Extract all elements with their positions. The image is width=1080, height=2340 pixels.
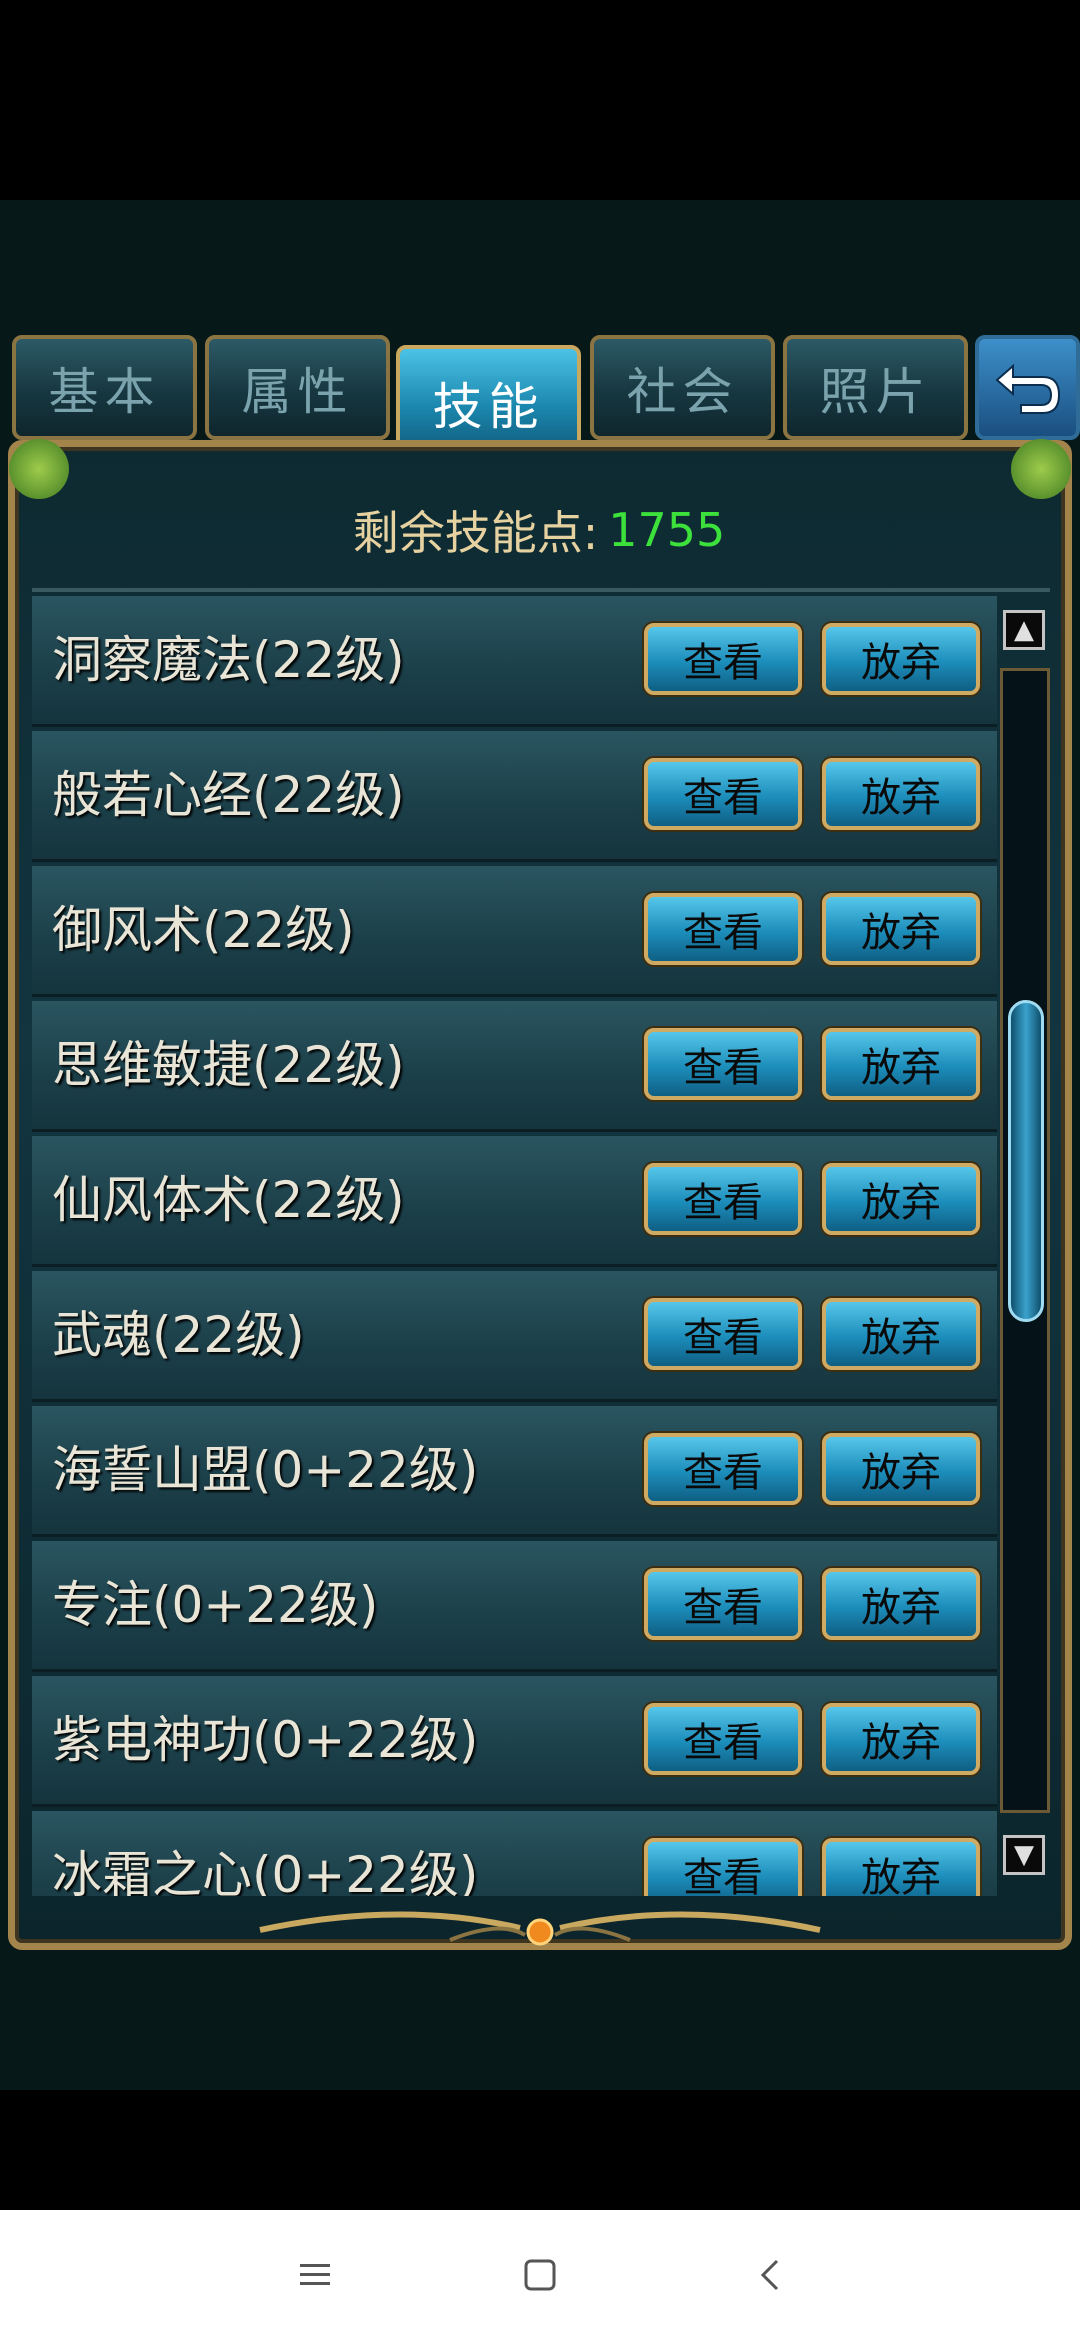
triangle-down-icon: ▼: [1014, 1840, 1034, 1870]
menu-icon: [300, 2264, 330, 2285]
divider: [32, 588, 1050, 592]
view-button[interactable]: 查看: [644, 1028, 802, 1100]
triangle-up-icon: ▲: [1014, 615, 1034, 645]
abandon-button[interactable]: 放弃: [822, 1703, 980, 1775]
home-button[interactable]: [505, 2240, 575, 2310]
view-button[interactable]: 查看: [644, 1163, 802, 1235]
skill-name: 般若心经(22级): [52, 766, 405, 824]
view-button[interactable]: 查看: [644, 1838, 802, 1896]
skill-row: 思维敏捷(22级) 查看 放弃: [32, 1001, 997, 1132]
bottom-ornament: [259, 1911, 821, 1946]
tab-basic[interactable]: 基本: [12, 335, 197, 440]
back-nav-button[interactable]: [735, 2240, 805, 2310]
skill-name: 洞察魔法(22级): [52, 631, 405, 689]
skill-row: 仙风体术(22级) 查看 放弃: [32, 1136, 997, 1267]
skill-row: 专注(0+22级) 查看 放弃: [32, 1541, 997, 1672]
abandon-button[interactable]: 放弃: [822, 1568, 980, 1640]
view-button[interactable]: 查看: [644, 623, 802, 695]
view-button[interactable]: 查看: [644, 1703, 802, 1775]
skill-points-value: 1755: [608, 503, 726, 557]
skill-row: 紫电神功(0+22级) 查看 放弃: [32, 1676, 997, 1807]
back-button[interactable]: [975, 335, 1080, 440]
view-button[interactable]: 查看: [644, 1568, 802, 1640]
back-arrow-icon: [994, 363, 1060, 414]
abandon-button[interactable]: 放弃: [822, 758, 980, 830]
abandon-button[interactable]: 放弃: [822, 1163, 980, 1235]
abandon-button[interactable]: 放弃: [822, 1298, 980, 1370]
skill-name: 冰霜之心(0+22级): [52, 1846, 479, 1896]
skill-row: 般若心经(22级) 查看 放弃: [32, 731, 997, 862]
abandon-button[interactable]: 放弃: [822, 623, 980, 695]
tab-bar: 基本 属性 技能 社会 照片: [0, 335, 1080, 460]
tab-social[interactable]: 社会: [590, 335, 775, 440]
skill-row: 海誓山盟(0+22级) 查看 放弃: [32, 1406, 997, 1537]
remaining-skill-points: 剩余技能点: 1755: [24, 475, 1054, 585]
skill-name: 武魂(22级): [52, 1306, 305, 1364]
skill-name: 思维敏捷(22级): [52, 1036, 405, 1094]
scrollbar-thumb[interactable]: [1008, 1000, 1044, 1322]
skill-name: 海誓山盟(0+22级): [52, 1441, 479, 1499]
home-square-icon: [524, 2259, 556, 2291]
skill-row: 武魂(22级) 查看 放弃: [32, 1271, 997, 1402]
view-button[interactable]: 查看: [644, 1433, 802, 1505]
scroll-up-button[interactable]: ▲: [1003, 610, 1045, 650]
menu-button[interactable]: [280, 2240, 350, 2310]
skill-list[interactable]: 洞察魔法(22级) 查看 放弃 般若心经(22级) 查看 放弃 御风术(22级)…: [32, 596, 997, 1896]
skill-name: 专注(0+22级): [52, 1576, 379, 1634]
back-chevron-icon: [760, 2259, 779, 2291]
system-nav-bar: [0, 2210, 1080, 2340]
view-button[interactable]: 查看: [644, 893, 802, 965]
skill-row: 冰霜之心(0+22级) 查看 放弃: [32, 1811, 997, 1896]
skill-row: 洞察魔法(22级) 查看 放弃: [32, 596, 997, 727]
abandon-button[interactable]: 放弃: [822, 1838, 980, 1896]
skill-row: 御风术(22级) 查看 放弃: [32, 866, 997, 997]
abandon-button[interactable]: 放弃: [822, 1028, 980, 1100]
abandon-button[interactable]: 放弃: [822, 1433, 980, 1505]
view-button[interactable]: 查看: [644, 1298, 802, 1370]
abandon-button[interactable]: 放弃: [822, 893, 980, 965]
tab-photos[interactable]: 照片: [783, 335, 968, 440]
skill-name: 御风术(22级): [52, 901, 355, 959]
skill-points-label: 剩余技能点:: [352, 506, 599, 560]
scroll-down-button[interactable]: ▼: [1003, 1835, 1045, 1875]
skill-name: 紫电神功(0+22级): [52, 1711, 479, 1769]
tab-attributes[interactable]: 属性: [205, 335, 390, 440]
view-button[interactable]: 查看: [644, 758, 802, 830]
skill-name: 仙风体术(22级): [52, 1171, 405, 1229]
